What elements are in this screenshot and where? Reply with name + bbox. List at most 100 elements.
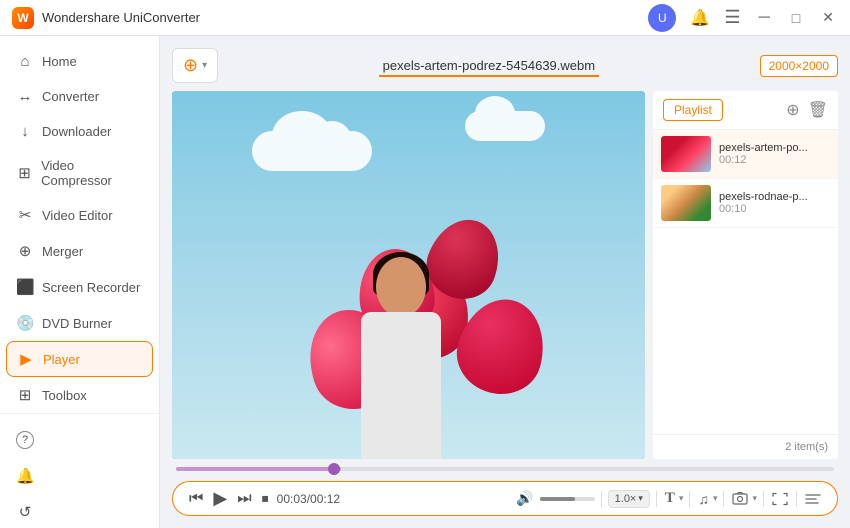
sidebar-label-converter: Converter <box>42 89 99 104</box>
video-preview <box>172 91 645 459</box>
sidebar-item-downloader[interactable]: ↓ Downloader <box>0 114 159 149</box>
close-button[interactable]: ✕ <box>818 9 838 26</box>
sidebar-label-home: Home <box>42 54 77 69</box>
merger-icon: ⊕ <box>16 242 34 260</box>
play-button[interactable]: ▶ <box>211 488 229 509</box>
audio-chevron-icon: ▾ <box>713 493 718 504</box>
feedback-icon: ↺ <box>16 503 34 521</box>
content-area: ⊕ ▾ pexels-artem-podrez-5454639.webm 200… <box>160 36 850 528</box>
sidebar-item-converter[interactable]: ↔ Converter <box>0 79 159 114</box>
sidebar: ⌂ Home ↔ Converter ↓ Downloader ⊞ Video … <box>0 36 160 528</box>
video-container[interactable] <box>172 91 645 459</box>
help-icon: ? <box>16 431 34 449</box>
add-file-button[interactable]: ⊕ ▾ <box>172 48 218 83</box>
sidebar-label-toolbox: Toolbox <box>42 388 87 403</box>
middle-section: Playlist ⊕ 🗑 pexels-artem-po... 00:12 <box>172 91 838 459</box>
person-figure <box>361 257 441 459</box>
speed-button[interactable]: 1.0× ▾ <box>608 490 650 508</box>
sidebar-label-merger: Merger <box>42 244 83 259</box>
toolbox-icon: ⊞ <box>16 386 34 404</box>
controls-bar: ⏮ ▶ ⏭ ⏹ 00:03/00:12 🔊 1.0× ▾ <box>172 481 838 516</box>
controls-right: 🔊 1.0× ▾ T ▾ <box>514 490 823 508</box>
home-icon: ⌂ <box>16 53 34 70</box>
speed-label: 1.0× <box>615 493 637 505</box>
sidebar-item-video-compressor[interactable]: ⊞ Video Compressor <box>0 149 159 197</box>
filename-bar: pexels-artem-podrez-5454639.webm <box>228 58 749 73</box>
sidebar-label-editor: Video Editor <box>42 208 113 223</box>
sidebar-label-compressor: Video Compressor <box>41 158 143 188</box>
maximize-button[interactable]: □ <box>788 10 804 26</box>
sidebar-label-recorder: Screen Recorder <box>42 280 140 295</box>
sidebar-label-dvd: DVD Burner <box>42 316 112 331</box>
text-overlay-button[interactable]: T <box>663 490 677 507</box>
bell-icon[interactable]: 🔔 <box>690 8 710 28</box>
sidebar-item-screen-recorder[interactable]: ⬛ Screen Recorder <box>0 269 159 305</box>
stop-button[interactable]: ⏹ <box>260 490 271 507</box>
playlist-item-2[interactable]: pexels-rodnae-p... 00:10 <box>653 179 838 228</box>
add-to-playlist-button[interactable]: ⊕ <box>786 100 799 120</box>
playlist-item-name-1: pexels-artem-po... <box>719 142 830 154</box>
seek-bar[interactable] <box>176 467 834 471</box>
sidebar-label-player: Player <box>43 352 80 367</box>
thumb-couple <box>661 185 711 221</box>
screenshot-button[interactable] <box>730 492 750 506</box>
volume-section: 🔊 <box>514 490 594 507</box>
separator-4 <box>723 491 724 507</box>
time-display: 00:03/00:12 <box>277 492 340 506</box>
seek-bar-container[interactable] <box>172 467 838 471</box>
next-button[interactable]: ⏭ <box>235 490 253 508</box>
audio-group: ♫ ▾ <box>696 491 717 507</box>
add-icon: ⊕ <box>183 55 198 76</box>
playlist-tab[interactable]: Playlist <box>663 99 723 121</box>
screenshot-chevron-icon: ▾ <box>752 493 757 504</box>
playlist-panel: Playlist ⊕ 🗑 pexels-artem-po... 00:12 <box>653 91 838 459</box>
seek-thumb[interactable] <box>328 463 340 475</box>
playlist-toggle-button[interactable] <box>803 492 823 506</box>
audio-button[interactable]: ♫ <box>696 491 711 507</box>
dvd-icon: 💿 <box>16 314 34 332</box>
title-bar-left: W Wondershare UniConverter <box>12 7 200 29</box>
person-body <box>361 312 441 459</box>
main-container: ⌂ Home ↔ Converter ↓ Downloader ⊞ Video … <box>0 36 850 528</box>
text-overlay-group: T ▾ <box>663 490 684 507</box>
sidebar-item-merger[interactable]: ⊕ Merger <box>0 233 159 269</box>
user-avatar[interactable]: U <box>648 4 676 32</box>
downloader-icon: ↓ <box>16 123 34 140</box>
sidebar-item-player[interactable]: ▶ Player <box>6 341 153 377</box>
playlist-item-name-2: pexels-rodnae-p... <box>719 191 830 203</box>
sidebar-item-feedback[interactable]: ↺ <box>0 494 159 528</box>
sidebar-item-notification[interactable]: 🔔 <box>0 458 159 494</box>
separator-2 <box>656 491 657 507</box>
sidebar-label-downloader: Downloader <box>42 124 111 139</box>
playlist-header: Playlist ⊕ 🗑 <box>653 91 838 130</box>
top-bar: ⊕ ▾ pexels-artem-podrez-5454639.webm 200… <box>172 48 838 83</box>
minimize-button[interactable]: ─ <box>754 9 773 27</box>
screenshot-group: ▾ <box>730 492 757 506</box>
app-logo: W <box>12 7 34 29</box>
playlist-thumb-1 <box>661 136 711 172</box>
sidebar-item-help[interactable]: ? <box>0 422 159 458</box>
playlist-item-1[interactable]: pexels-artem-po... 00:12 <box>653 130 838 179</box>
playlist-footer: 2 item(s) <box>653 434 838 459</box>
volume-icon[interactable]: 🔊 <box>514 490 535 507</box>
playlist-actions: ⊕ 🗑 <box>786 100 828 120</box>
playlist-item-duration-1: 00:12 <box>719 154 830 166</box>
volume-slider[interactable] <box>540 497 595 501</box>
sidebar-item-toolbox[interactable]: ⊞ Toolbox <box>0 377 159 413</box>
menu-icon[interactable]: ☰ <box>724 7 740 28</box>
seek-progress <box>176 467 341 471</box>
resolution-badge: 2000×2000 <box>760 55 838 77</box>
notification-icon: 🔔 <box>16 467 34 485</box>
sidebar-item-video-editor[interactable]: ✂ Video Editor <box>0 197 159 233</box>
fullscreen-button[interactable] <box>770 492 790 506</box>
delete-playlist-button[interactable]: 🗑 <box>808 100 828 120</box>
prev-button[interactable]: ⏮ <box>187 490 205 508</box>
title-bar: W Wondershare UniConverter U 🔔 ☰ ─ □ ✕ <box>0 0 850 36</box>
playlist-item-info-1: pexels-artem-po... 00:12 <box>719 142 830 166</box>
filename-text: pexels-artem-podrez-5454639.webm <box>379 56 599 77</box>
sidebar-item-home[interactable]: ⌂ Home <box>0 44 159 79</box>
separator-3 <box>689 491 690 507</box>
time-current: 00:03 <box>277 492 307 506</box>
chevron-down-icon: ▾ <box>202 60 207 71</box>
sidebar-item-dvd-burner[interactable]: 💿 DVD Burner <box>0 305 159 341</box>
